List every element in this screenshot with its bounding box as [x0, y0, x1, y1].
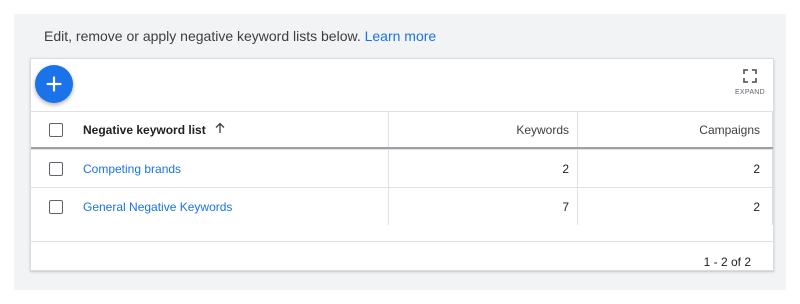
fullscreen-icon — [743, 69, 757, 83]
list-name-link[interactable]: General Negative Keywords — [83, 200, 232, 214]
plus-icon — [46, 76, 62, 92]
list-name-link[interactable]: Competing brands — [83, 162, 181, 176]
row-select-cell — [31, 188, 81, 225]
campaigns-count: 2 — [578, 150, 773, 187]
column-header-name-label: Negative keyword list — [83, 122, 206, 137]
list-name-cell: Competing brands — [81, 150, 389, 187]
column-header-keywords[interactable]: Keywords — [389, 112, 578, 147]
pagination: 1 - 2 of 2 — [31, 241, 773, 271]
add-list-button[interactable] — [35, 65, 73, 103]
column-header-campaigns-label: Campaigns — [699, 122, 760, 137]
list-name-cell: General Negative Keywords — [81, 188, 389, 225]
lists-table-card: EXPAND Negative keyword list Keywords Ca… — [30, 58, 774, 271]
row-checkbox[interactable] — [49, 161, 63, 176]
column-header-keywords-label: Keywords — [516, 122, 569, 137]
expand-label: EXPAND — [734, 89, 766, 96]
arrow-up-icon — [214, 122, 226, 137]
row-checkbox[interactable] — [49, 199, 63, 214]
column-header-name[interactable]: Negative keyword list — [81, 112, 389, 147]
table-header-row: Negative keyword list Keywords Campaigns — [31, 111, 773, 149]
select-all-checkbox[interactable] — [49, 122, 63, 137]
negative-keyword-lists-panel: Edit, remove or apply negative keyword l… — [14, 14, 786, 290]
row-select-cell — [31, 150, 81, 187]
learn-more-link[interactable]: Learn more — [365, 28, 437, 44]
campaigns-count: 2 — [578, 188, 773, 225]
intro-description: Edit, remove or apply negative keyword l… — [44, 28, 361, 44]
expand-button[interactable]: EXPAND — [733, 69, 767, 96]
pagination-text: 1 - 2 of 2 — [703, 255, 751, 269]
lists-table: Negative keyword list Keywords Campaigns — [31, 111, 773, 225]
table-row: Competing brands 2 2 — [31, 149, 773, 187]
intro-text: Edit, remove or apply negative keyword l… — [44, 28, 436, 44]
select-all-cell — [31, 112, 81, 147]
keywords-count: 7 — [389, 188, 578, 225]
keywords-count: 2 — [389, 150, 578, 187]
column-header-campaigns[interactable]: Campaigns — [578, 112, 773, 147]
table-row: General Negative Keywords 7 2 — [31, 187, 773, 225]
